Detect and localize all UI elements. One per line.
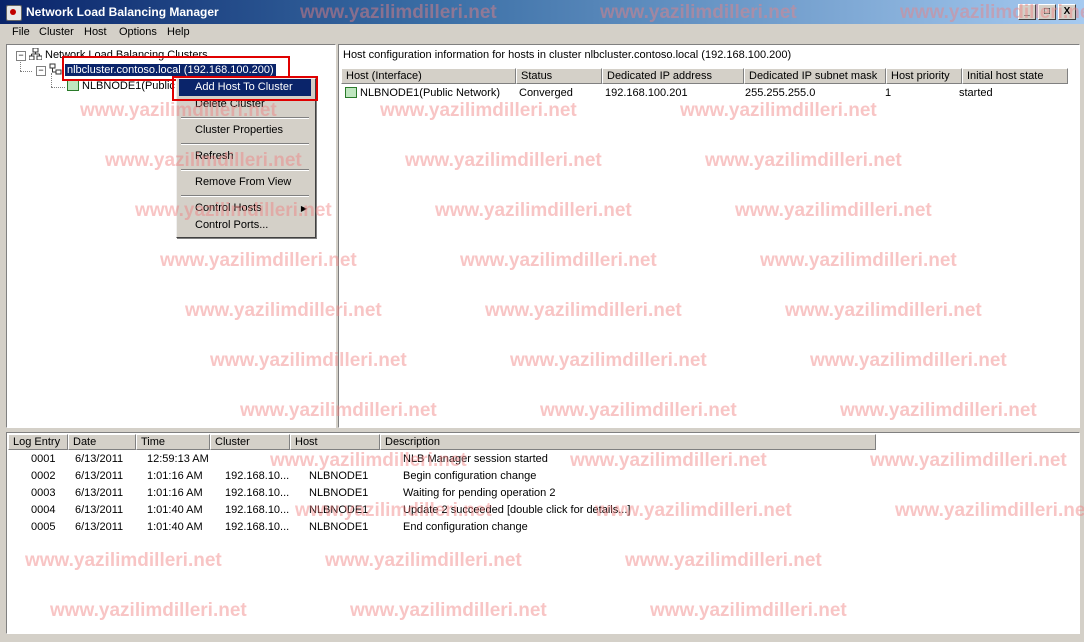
menu-bar: File Cluster Host Options Help: [0, 24, 1084, 42]
col-host-interface[interactable]: Host (Interface): [341, 68, 516, 84]
host-node-icon: [345, 87, 357, 98]
menu-control-ports[interactable]: Control Ports...: [179, 217, 311, 234]
log-entry-cell: 0005: [31, 521, 56, 533]
host-cell: NLBNODE1: [309, 504, 369, 516]
log-entry-cell: 0003: [31, 487, 56, 499]
log-entry-cell: 0002: [31, 470, 56, 482]
col-subnet-mask[interactable]: Dedicated IP subnet mask: [744, 68, 886, 84]
menu-host[interactable]: Host: [84, 26, 107, 38]
nlb-manager-icon: [6, 5, 22, 21]
log-pane: Log Entry Date Time Cluster Host Descrip…: [6, 432, 1080, 634]
host-cell: NLBNODE1: [309, 470, 369, 482]
window-title: Network Load Balancing Manager: [26, 5, 219, 19]
col-description[interactable]: Description: [380, 434, 876, 450]
tree-node-item[interactable]: NLBNODE1(Public: [67, 80, 175, 92]
tree-node-label: NLBNODE1(Public: [82, 80, 175, 92]
time-cell: 1:01:40 AM: [147, 504, 203, 516]
description-cell: Begin configuration change: [403, 470, 537, 482]
collapse-cluster-toggle[interactable]: −: [36, 66, 46, 76]
state-cell: started: [959, 87, 993, 99]
cluster-cell: 192.168.10...: [225, 521, 290, 533]
col-dedicated-ip[interactable]: Dedicated IP address: [602, 68, 744, 84]
subnet-cell: 255.255.255.0: [745, 87, 816, 99]
menu-cluster[interactable]: Cluster: [39, 26, 74, 38]
cluster-cell: 192.168.10...: [225, 470, 290, 482]
log-entry-cell: 0001: [31, 453, 56, 465]
cluster-cell: [221, 451, 305, 467]
priority-cell: 1: [885, 87, 892, 99]
cluster-cell: 192.168.10...: [225, 487, 290, 499]
host-cell: NLBNODE1: [309, 487, 369, 499]
menu-separator: [181, 143, 309, 145]
col-initial-state[interactable]: Initial host state: [962, 68, 1068, 84]
description-cell: Waiting for pending operation 2: [403, 487, 556, 499]
col-date[interactable]: Date: [68, 434, 136, 450]
description-cell: NLB Manager session started: [403, 453, 548, 465]
host-node-icon: [67, 80, 79, 91]
table-row[interactable]: 0003 6/13/2011 1:01:16 AM 192.168.10... NLBN…: [9, 485, 893, 501]
table-row[interactable]: 0001 6/13/2011 12:59:13 AM NLB Manager sess…: [9, 451, 893, 467]
menu-separator: [181, 169, 309, 171]
menu-options[interactable]: Options: [119, 26, 157, 38]
menu-cluster-properties[interactable]: Cluster Properties: [179, 122, 311, 139]
col-cluster[interactable]: Cluster: [210, 434, 290, 450]
col-host-priority[interactable]: Host priority: [886, 68, 962, 84]
host-name: NLBNODE1(Public Network): [360, 87, 500, 99]
menu-control-hosts[interactable]: Control Hosts ▶: [179, 200, 311, 217]
menu-file[interactable]: File: [12, 26, 30, 38]
date-cell: 6/13/2011: [75, 487, 124, 499]
col-log-entry[interactable]: Log Entry: [8, 434, 68, 450]
menu-help[interactable]: Help: [167, 26, 190, 38]
log-column-headers: Log Entry Date Time Cluster Host Descrip…: [8, 434, 876, 450]
table-row[interactable]: NLBNODE1(Public Network) Converged 192.1…: [341, 85, 1059, 101]
description-cell: Update 2 succeeded [double click for det…: [403, 504, 631, 516]
host-column-headers: Host (Interface) Status Dedicated IP add…: [341, 68, 1068, 84]
menu-refresh[interactable]: Refresh: [179, 148, 311, 165]
time-cell: 1:01:16 AM: [147, 470, 203, 482]
host-cell: NLBNODE1: [309, 521, 369, 533]
cluster-context-menu: Add Host To Cluster Delete Cluster Clust…: [176, 78, 316, 238]
table-row[interactable]: 0002 6/13/2011 1:01:16 AM 192.168.10... NLBN…: [9, 468, 893, 484]
col-time[interactable]: Time: [136, 434, 210, 450]
date-cell: 6/13/2011: [75, 453, 124, 465]
date-cell: 6/13/2011: [75, 470, 124, 482]
menu-separator: [181, 195, 309, 197]
col-status[interactable]: Status: [516, 68, 602, 84]
maximize-button[interactable]: □: [1038, 4, 1056, 20]
table-row[interactable]: 0005 6/13/2011 1:01:40 AM 192.168.10... NLBN…: [9, 519, 893, 535]
log-entry-cell: 0004: [31, 504, 56, 516]
description-cell: End configuration change: [403, 521, 528, 533]
collapse-root-toggle[interactable]: −: [16, 51, 26, 61]
date-cell: 6/13/2011: [75, 504, 124, 516]
network-clusters-icon: [29, 48, 42, 60]
minimize-button[interactable]: _: [1018, 4, 1036, 20]
host-cell: [305, 451, 399, 467]
host-cell: NLBNODE1(Public Network): [341, 85, 515, 101]
title-bar: Network Load Balancing Manager _ □ X: [0, 0, 1084, 24]
time-cell: 12:59:13 AM: [147, 453, 209, 465]
table-row[interactable]: 0004 6/13/2011 1:01:40 AM 192.168.10... NLBN…: [9, 502, 893, 518]
cluster-cell: 192.168.10...: [225, 504, 290, 516]
menu-control-hosts-label: Control Hosts: [195, 202, 262, 214]
ip-cell: 192.168.100.201: [605, 87, 688, 99]
status-cell: Converged: [519, 87, 573, 99]
menu-annotation-box: [172, 76, 318, 101]
time-cell: 1:01:16 AM: [147, 487, 203, 499]
time-cell: 1:01:40 AM: [147, 521, 203, 533]
tree-connector: [51, 87, 65, 88]
cluster-icon: [49, 63, 62, 75]
date-cell: 6/13/2011: [75, 521, 124, 533]
col-host[interactable]: Host: [290, 434, 380, 450]
tree-connector: [20, 71, 32, 72]
submenu-arrow-icon: ▶: [300, 204, 307, 213]
host-info-pane: Host configuration information for hosts…: [338, 44, 1080, 428]
menu-remove-from-view[interactable]: Remove From View: [179, 174, 311, 191]
host-pane-header: Host configuration information for hosts…: [343, 49, 792, 61]
close-button[interactable]: X: [1058, 4, 1076, 20]
menu-separator: [181, 117, 309, 119]
